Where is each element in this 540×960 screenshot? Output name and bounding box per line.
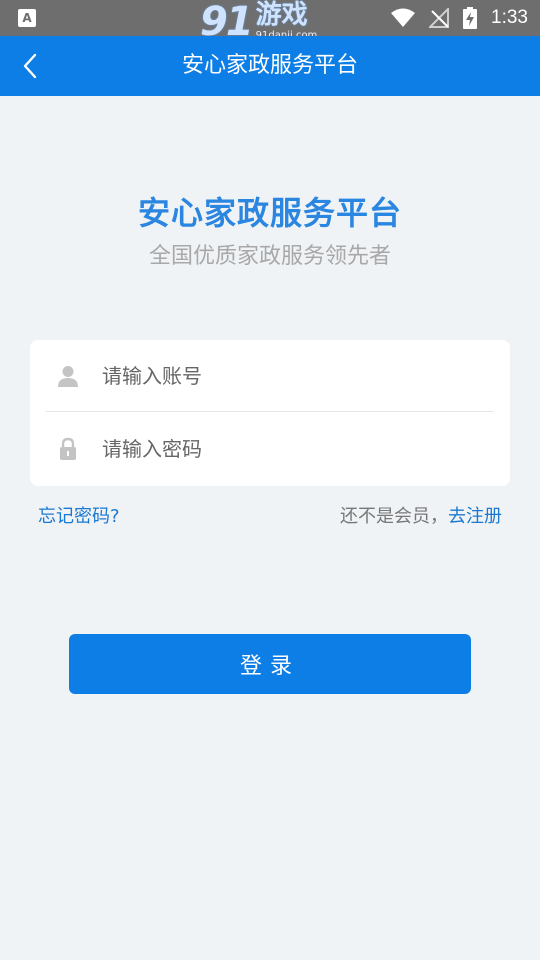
register-link[interactable]: 去注册 bbox=[448, 506, 502, 527]
login-button[interactable]: 登录 bbox=[69, 634, 471, 694]
password-field bbox=[46, 413, 494, 485]
login-form bbox=[30, 340, 510, 486]
no-signal-icon bbox=[429, 8, 450, 28]
watermark-text: 游戏 bbox=[255, 0, 308, 30]
link-row: 忘记密码? 还不是会员，去注册 bbox=[38, 502, 502, 530]
wifi-icon bbox=[391, 8, 416, 27]
lock-icon bbox=[60, 437, 76, 460]
back-chevron-icon bbox=[23, 53, 37, 79]
hero-title: 安心家政服务平台 bbox=[137, 194, 402, 232]
account-field bbox=[46, 340, 494, 412]
battery-charging-icon bbox=[463, 7, 478, 29]
forgot-password-link[interactable]: 忘记密码? bbox=[38, 502, 120, 528]
register-prompt: 还不是会员， bbox=[340, 506, 448, 527]
account-input[interactable] bbox=[102, 363, 494, 388]
status-bar: A 91 游戏 91danji.com 1:33 bbox=[0, 0, 540, 44]
page-title: 安心家政服务平台 bbox=[181, 53, 358, 78]
hero-subtitle: 全国优质家政服务领先者 bbox=[148, 244, 391, 269]
user-icon bbox=[58, 365, 78, 387]
status-time: 1:33 bbox=[491, 7, 528, 28]
password-input[interactable] bbox=[102, 437, 494, 461]
notification-a-icon: A bbox=[18, 9, 36, 27]
back-button[interactable] bbox=[10, 46, 50, 86]
app-bar: 安心家政服务平台 bbox=[0, 36, 540, 96]
